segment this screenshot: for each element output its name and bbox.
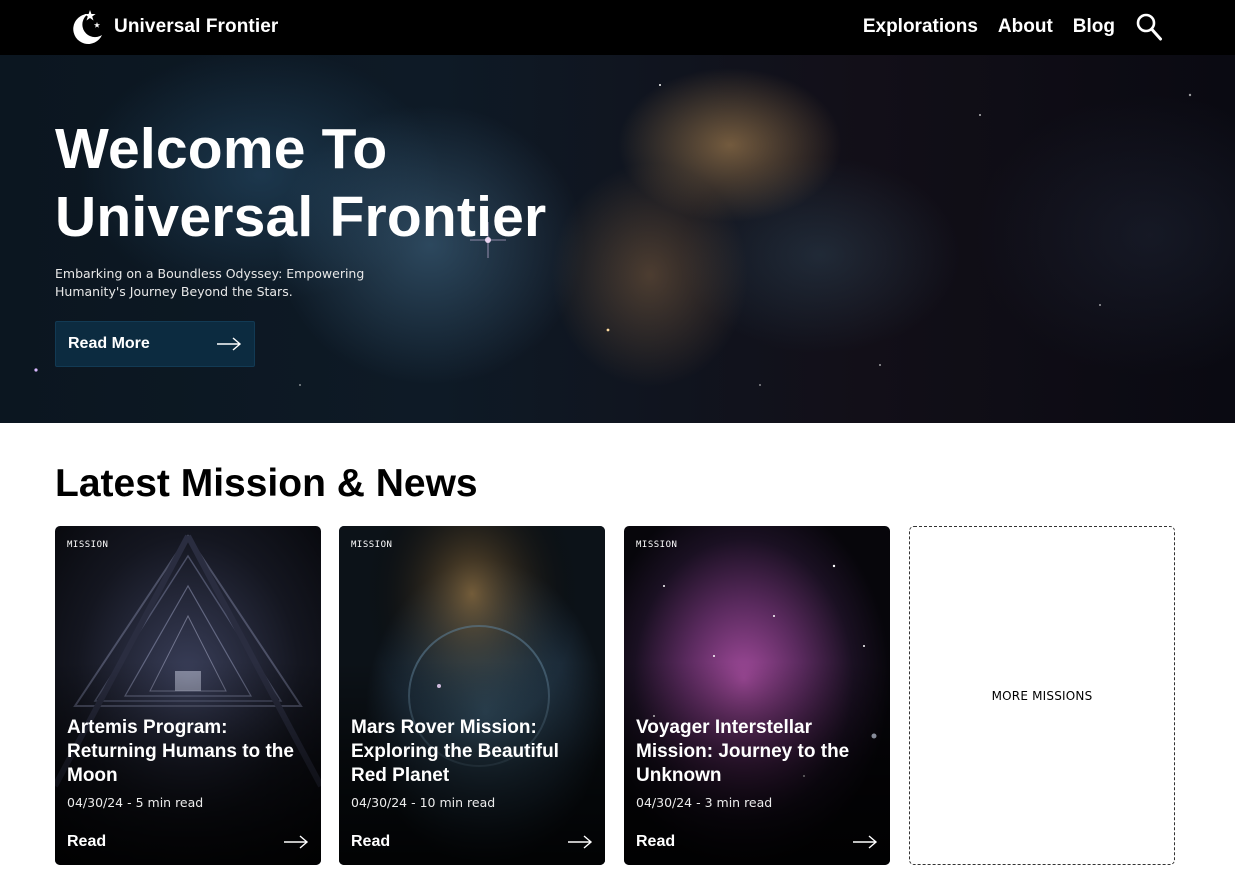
card-tag: MISSION: [636, 540, 678, 550]
card-meta: 04/30/24 - 3 min read: [636, 795, 773, 810]
card-read-link[interactable]: Read: [67, 831, 309, 853]
moon-star-logo-icon: [73, 10, 102, 44]
arrow-right-icon: [568, 835, 593, 849]
card-overlay: [339, 526, 605, 865]
card-meta: 04/30/24 - 10 min read: [351, 795, 496, 810]
mission-card[interactable]: MISSION Mars Rover Mission: Exploring th…: [339, 526, 605, 865]
card-title-line: Returning Humans to the: [67, 741, 294, 762]
card-title: Mars Rover Mission: Exploring the Beauti…: [351, 716, 595, 788]
card-meta: 04/30/24 - 5 min read: [67, 795, 204, 810]
more-missions-label: MORE MISSIONS: [991, 688, 1093, 703]
nav-explorations[interactable]: Explorations: [863, 16, 978, 38]
card-title-line: Red Planet: [351, 765, 450, 786]
more-missions-card[interactable]: MORE MISSIONS: [909, 526, 1175, 865]
card-title-line: Artemis Program:: [67, 717, 228, 738]
site-header: Universal Frontier Explorations About Bl…: [0, 0, 1235, 55]
brand-name: Universal Frontier: [114, 16, 279, 37]
hero-title: Welcome To Universal Frontier: [55, 115, 546, 251]
card-title-line: Moon: [67, 765, 118, 786]
section-title: Latest Mission & News: [55, 462, 478, 505]
nav-blog[interactable]: Blog: [1073, 16, 1115, 38]
brand[interactable]: Universal Frontier: [68, 8, 278, 46]
card-read-label: Read: [636, 833, 676, 850]
card-read-label: Read: [351, 833, 391, 850]
mission-card[interactable]: MISSION Artemis Program: Returning Human…: [55, 526, 321, 865]
hero-subtitle-line1: Embarking on a Boundless Odyssey: Empowe…: [55, 266, 365, 281]
arrow-right-icon: [853, 835, 878, 849]
card-tag: MISSION: [351, 540, 393, 550]
card-read-label: Read: [67, 833, 107, 850]
hero-subtitle-line2: Humanity's Journey Beyond the Stars.: [55, 284, 293, 299]
hero-subtitle: Embarking on a Boundless Odyssey: Empowe…: [55, 265, 395, 301]
main-nav: Explorations About Blog: [863, 10, 1163, 44]
card-title-line: Voyager Interstellar: [636, 717, 813, 738]
arrow-right-icon: [217, 337, 242, 351]
search-icon[interactable]: [1135, 12, 1163, 42]
hero-title-line1: Welcome To: [55, 117, 388, 181]
card-title: Voyager Interstellar Mission: Journey to…: [636, 716, 880, 788]
nav-about[interactable]: About: [998, 16, 1053, 38]
card-title-line: Unknown: [636, 765, 722, 786]
card-title-line: Mars Rover Mission:: [351, 717, 537, 738]
read-more-label: Read More: [68, 335, 150, 352]
hero-banner: Welcome To Universal Frontier Embarking …: [0, 55, 1235, 423]
card-overlay: [55, 526, 321, 865]
hero-title-line2: Universal Frontier: [55, 185, 547, 249]
card-title-line: Mission: Journey to the: [636, 741, 850, 762]
card-tag: MISSION: [67, 540, 109, 550]
card-title-line: Exploring the Beautiful: [351, 741, 559, 762]
card-read-link[interactable]: Read: [636, 831, 878, 853]
card-overlay: [624, 526, 890, 865]
arrow-right-icon: [284, 835, 309, 849]
card-read-link[interactable]: Read: [351, 831, 593, 853]
mission-card[interactable]: MISSION Voyager Interstellar Mission: Jo…: [624, 526, 890, 865]
read-more-button[interactable]: Read More: [55, 321, 255, 367]
card-title: Artemis Program: Returning Humans to the…: [67, 716, 311, 788]
